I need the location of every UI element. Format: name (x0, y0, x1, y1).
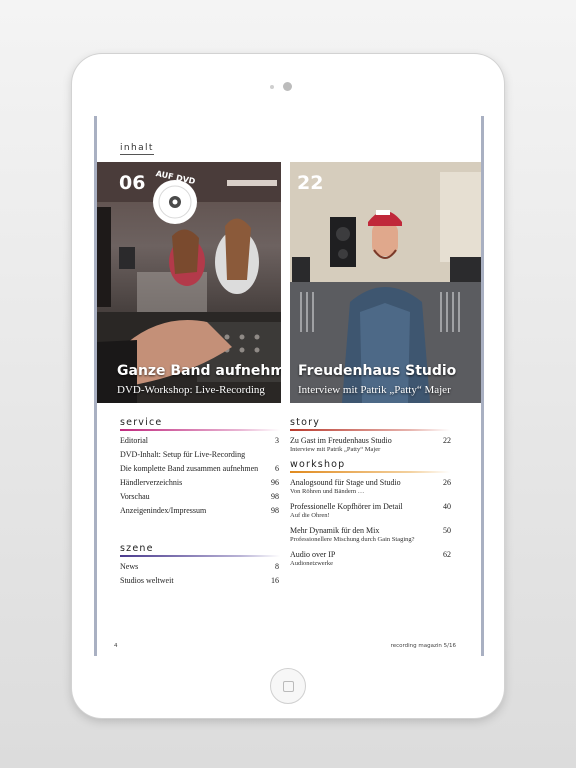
toc-item[interactable]: Editorial 3 (120, 436, 279, 450)
toc-item-page: 62 (443, 550, 451, 559)
toc-item-label: Anzeigenindex/Impressum (120, 506, 207, 515)
section-workshop-title: workshop (290, 459, 346, 470)
page-number: 4 (114, 643, 118, 649)
page-edge-right (481, 116, 484, 656)
feature-page-number: 22 (297, 172, 324, 194)
toc-item-label: Zu Gast im Freudenhaus Studio (290, 436, 392, 445)
toc-item-page: 8 (275, 562, 279, 571)
toc-item[interactable]: Anzeigenindex/Impressum 98 (120, 506, 279, 520)
feature-subtitle: DVD-Workshop: Live-Recording (117, 384, 265, 396)
toc-item-page: 40 (443, 502, 451, 511)
toc-item-label: Audio over IP (290, 550, 336, 559)
section-service-title: service (120, 417, 163, 428)
toc-item-page: 3 (275, 436, 279, 445)
toc-item[interactable]: Die komplette Band zusammen aufnehmen 6 (120, 464, 279, 478)
magazine-page[interactable]: inhalt 06 AUF DVD Ganze Band aufnehm DVD… (94, 116, 484, 656)
szene-list: News 8 Studios weltweit 16 (120, 562, 279, 590)
toc-item-label: DVD-Inhalt: Setup für Live-Recording (120, 450, 246, 459)
toc-item-subtitle: Von Röhren und Bändern … (290, 488, 365, 495)
toc-item[interactable]: News 8 (120, 562, 279, 576)
section-service-line (120, 429, 280, 431)
toc-item-label: Händlerverzeichnis (120, 478, 183, 487)
toc-item[interactable]: Professionelle Kopfhörer im Detail 40 Auf … (290, 502, 451, 526)
service-list: Editorial 3 DVD-Inhalt: Setup für Live-Re… (120, 436, 279, 520)
workshop-list: Analogsound für Stage und Studio 26 Von Rö… (290, 478, 451, 574)
toc-item[interactable]: DVD-Inhalt: Setup für Live-Recording (120, 450, 279, 464)
toc-item-subtitle: Interview mit Patrik „Patty“ Majer (290, 446, 381, 453)
tablet-device: inhalt 06 AUF DVD Ganze Band aufnehm DVD… (72, 54, 504, 718)
toc-item-label: Professionelle Kopfhörer im Detail (290, 502, 403, 511)
toc-item-label: Studios weltweit (120, 576, 174, 585)
toc-item[interactable]: Mehr Dynamik für den Mix 50 Professionelle… (290, 526, 451, 550)
toc-item-page: 16 (271, 576, 279, 585)
toc-item-page: 50 (443, 526, 451, 535)
feature-page-number: 06 (119, 172, 146, 194)
toc-item-label: Vorschau (120, 492, 150, 501)
toc-item-label: Die komplette Band zusammen aufnehmen (120, 464, 259, 473)
toc-item-page: 98 (271, 492, 279, 501)
toc-item-label: Analogsound für Stage und Studio (290, 478, 401, 487)
feature-freudenhaus-studio[interactable]: 22 Freudenhaus Studio Interview mit Patr… (290, 162, 481, 403)
toc-item-label: Editorial (120, 436, 148, 445)
sensor-dot (270, 85, 274, 89)
home-button[interactable] (270, 668, 306, 704)
toc-item-label: Mehr Dynamik für den Mix (290, 526, 380, 535)
feature-title: Ganze Band aufnehmen (117, 363, 281, 379)
feature-subtitle: Interview mit Patrik „Patty“ Majer (298, 384, 451, 396)
toc-item-page: 98 (271, 506, 279, 515)
toc-item[interactable]: Studios weltweit 16 (120, 576, 279, 590)
toc-item-page: 26 (443, 478, 451, 487)
feature-live-recording[interactable]: 06 AUF DVD Ganze Band aufnehmen DVD-Work… (97, 162, 281, 403)
section-szene-title: szene (120, 543, 154, 554)
toc-item-page: 96 (271, 478, 279, 487)
camera (283, 82, 292, 91)
toc-item-subtitle: Audionetzwerke (290, 560, 333, 567)
toc-item-label: News (120, 562, 139, 571)
dvd-icon: AUF DVD (153, 169, 197, 224)
feature-title: Freudenhaus Studio (298, 363, 457, 379)
toc-item-page: 22 (443, 436, 451, 445)
section-story-title: story (290, 417, 321, 428)
toc-item[interactable]: Händlerverzeichnis 96 (120, 478, 279, 492)
section-workshop-line (290, 471, 450, 473)
toc-item-subtitle: Professionellere Mischung durch Gain Sta… (290, 536, 415, 543)
toc-item-page: 6 (275, 464, 279, 473)
section-szene-line (120, 555, 280, 557)
story-list: Zu Gast im Freudenhaus Studio 22 Interview… (290, 436, 451, 460)
toc-item[interactable]: Audio over IP 62 Audionetzwerke (290, 550, 451, 574)
toc-item[interactable]: Vorschau 98 (120, 492, 279, 506)
toc-item[interactable]: Zu Gast im Freudenhaus Studio 22 Interview… (290, 436, 451, 460)
section-story-line (290, 429, 450, 431)
toc-item-subtitle: Auf die Ohren! (290, 512, 330, 519)
section-label: inhalt (120, 143, 154, 155)
issue-label: recording magazin 5/16 (390, 643, 456, 649)
toc-item[interactable]: Analogsound für Stage und Studio 26 Von Rö… (290, 478, 451, 502)
